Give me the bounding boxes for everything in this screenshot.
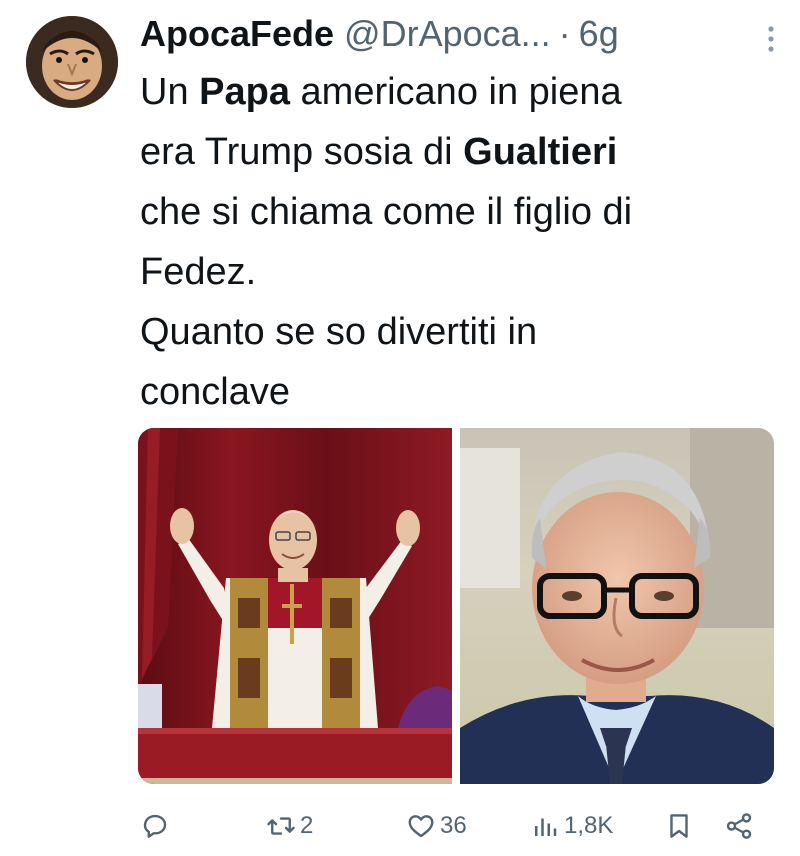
tweet-line: Un Papa americano in piena — [140, 71, 622, 113]
avatar-image — [26, 16, 118, 108]
tweet-line: che si chiama come il figlio di — [140, 191, 633, 233]
tweet-line: Quanto se so divertiti in — [140, 311, 538, 353]
like-count: 36 — [440, 812, 467, 839]
more-options-icon[interactable] — [764, 24, 778, 54]
share-button[interactable] — [724, 806, 754, 846]
reply-button[interactable] — [140, 806, 170, 846]
heart-icon — [408, 815, 434, 838]
views-icon — [535, 818, 557, 836]
photo-gualtieri[interactable] — [460, 428, 774, 784]
views-count: 1,8K — [564, 812, 614, 839]
tweet-line: Fedez. — [140, 251, 257, 293]
photo-pope[interactable] — [138, 428, 452, 784]
bookmark-icon — [670, 814, 688, 838]
user-handle[interactable]: @DrApoca... — [344, 10, 551, 58]
reply-icon — [143, 814, 167, 838]
avatar[interactable] — [26, 16, 118, 108]
tweet-header: ApocaFede @DrApoca... · 6g — [140, 10, 778, 58]
tweet-actions: 2 36 1,8K — [138, 806, 774, 846]
bookmark-button[interactable] — [664, 806, 694, 846]
retweet-count: 2 — [300, 812, 314, 839]
timestamp[interactable]: 6g — [579, 10, 619, 58]
separator-dot: · — [558, 13, 571, 54]
retweet-icon — [267, 817, 295, 835]
tweet-media — [138, 428, 774, 784]
tweet-line: era Trump sosia di Gualtieri — [140, 131, 618, 173]
like-button[interactable]: 36 — [406, 806, 467, 846]
tweet-text: Un Papa americano in piena era Trump sos… — [140, 62, 780, 422]
tweet: ApocaFede @DrApoca... · 6g Un Papa ameri… — [0, 0, 800, 856]
tweet-line: conclave — [140, 371, 290, 413]
views-button[interactable]: 1,8K — [530, 806, 613, 846]
display-name[interactable]: ApocaFede — [140, 10, 334, 58]
retweet-button[interactable]: 2 — [266, 806, 313, 846]
share-icon — [726, 813, 752, 839]
